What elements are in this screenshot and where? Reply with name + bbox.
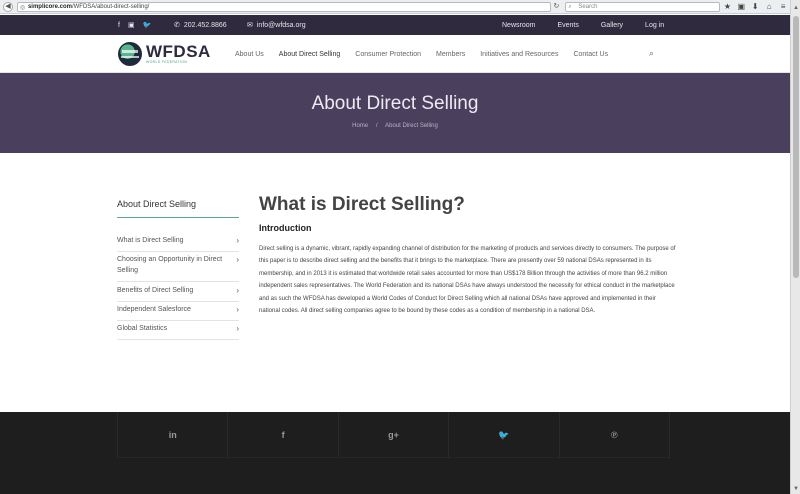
nav-consumer-protection[interactable]: Consumer Protection: [355, 51, 421, 58]
phone-number: 202.452.8866: [183, 21, 227, 29]
twitter-icon[interactable]: 🐦: [143, 21, 152, 29]
breadcrumb-separator: /: [375, 123, 378, 129]
star-icon[interactable]: ★: [720, 1, 734, 13]
chevron-right-icon: ›: [236, 324, 239, 333]
sidebar-title-underline: [117, 217, 239, 218]
sidebar-item-choosing-opportunity[interactable]: Choosing an Opportunity in Direct Sellin…: [117, 254, 239, 282]
chevron-right-icon: ›: [236, 236, 239, 245]
logo-name: WFDSA: [146, 42, 211, 61]
top-social-links: f ▣ 🐦: [118, 15, 151, 35]
chevron-right-icon: ›: [236, 305, 239, 314]
logo-text: WFDSA WORLD FEDERATION: [146, 42, 211, 64]
sidebar-item-what-is-direct-selling[interactable]: What is Direct Selling ›: [117, 235, 239, 252]
chevron-right-icon: ›: [236, 255, 239, 264]
search-icon: ⌕: [568, 3, 572, 10]
sidebar-item-benefits[interactable]: Benefits of Direct Selling ›: [117, 285, 239, 302]
sidebar-title: About Direct Selling: [117, 199, 197, 209]
sidebar-item-label: Benefits of Direct Selling: [117, 287, 194, 294]
breadcrumb: Home / About Direct Selling: [0, 123, 790, 129]
breadcrumb-home[interactable]: Home: [352, 123, 368, 129]
top-link-login[interactable]: Log in: [645, 22, 664, 29]
top-strip: f ▣ 🐦 ✆ 202.452.8866 ✉ info@wfdsa.org Ne…: [0, 15, 790, 35]
site-footer: in f g+ 🐦 ℗: [0, 412, 790, 494]
globe-logo-icon: [118, 42, 142, 66]
envelope-icon: ✉: [247, 22, 253, 29]
breadcrumb-current: About Direct Selling: [385, 123, 438, 129]
nav-about-us[interactable]: About Us: [235, 51, 264, 58]
top-link-events[interactable]: Events: [557, 22, 578, 29]
url-path: /WFDSA/about-direct-selling/: [71, 3, 150, 10]
main-nav: About Us About Direct Selling Consumer P…: [226, 35, 608, 73]
intro-paragraph: Direct selling is a dynamic, vibrant, ra…: [259, 246, 676, 315]
twitter-icon[interactable]: 🐦: [449, 412, 560, 458]
globe-icon: ◎: [19, 4, 26, 11]
search-icon[interactable]: ⌕: [649, 48, 654, 59]
sidebar-item-label: Global Statistics: [117, 325, 168, 332]
linkedin-icon[interactable]: in: [117, 412, 229, 458]
reload-button[interactable]: ↻: [551, 2, 561, 12]
email-contact[interactable]: ✉ info@wfdsa.org: [247, 15, 306, 35]
top-link-newsroom[interactable]: Newsroom: [502, 22, 535, 29]
scrollbar-thumb[interactable]: [793, 16, 799, 278]
nav-initiatives-resources[interactable]: Initiatives and Resources: [480, 51, 558, 58]
intro-heading: Introduction: [259, 223, 312, 233]
address-bar[interactable]: ◎ simplicore.com/WFDSA/about-direct-sell…: [16, 1, 552, 12]
instagram-icon[interactable]: ▣: [128, 21, 135, 29]
nav-contact-us[interactable]: Contact Us: [573, 51, 608, 58]
chevron-right-icon: ›: [236, 286, 239, 295]
page-banner: About Direct Selling Home / About Direct…: [0, 73, 790, 153]
sidebar-item-label: Independent Salesforce: [117, 306, 191, 313]
phone-contact[interactable]: ✆ 202.452.8866: [174, 15, 227, 35]
sidebar-item-independent-salesforce[interactable]: Independent Salesforce ›: [117, 304, 239, 321]
browser-search-placeholder: Search: [578, 3, 598, 10]
site-logo[interactable]: WFDSA WORLD FEDERATION: [118, 40, 211, 68]
site-header: WFDSA WORLD FEDERATION About Us About Di…: [0, 35, 790, 73]
top-links: Newsroom Events Gallery Log in: [502, 15, 686, 35]
scroll-down-icon[interactable]: ▼: [791, 484, 800, 494]
email-address: info@wfdsa.org: [256, 21, 306, 29]
sidebar-item-label: Choosing an Opportunity in Direct Sellin…: [117, 256, 223, 274]
google-plus-icon[interactable]: g+: [339, 412, 450, 458]
clipboard-icon[interactable]: ▣: [734, 1, 748, 13]
sidebar-item-label: What is Direct Selling: [117, 237, 184, 244]
nav-about-direct-selling[interactable]: About Direct Selling: [279, 51, 340, 58]
facebook-icon[interactable]: f: [228, 412, 339, 458]
page-title: About Direct Selling: [311, 93, 479, 114]
download-icon[interactable]: ⬇: [748, 1, 762, 13]
nav-members[interactable]: Members: [436, 51, 465, 58]
page-scrollbar[interactable]: ▲ ▼: [790, 0, 800, 494]
browser-toolbar: ◀ ◎ simplicore.com/WFDSA/about-direct-se…: [0, 0, 790, 14]
scroll-up-icon[interactable]: ▲: [791, 3, 800, 13]
footer-social-links: in f g+ 🐦 ℗: [117, 412, 671, 458]
back-button[interactable]: ◀: [3, 1, 13, 12]
top-link-gallery[interactable]: Gallery: [601, 22, 623, 29]
logo-subtitle: WORLD FEDERATION: [146, 60, 188, 64]
content-title: What is Direct Selling?: [259, 194, 465, 215]
phone-icon: ✆: [174, 22, 180, 29]
facebook-icon[interactable]: f: [118, 22, 120, 29]
sidebar-item-global-statistics[interactable]: Global Statistics ›: [117, 323, 239, 340]
menu-icon[interactable]: ≡: [776, 1, 790, 13]
pinterest-icon[interactable]: ℗: [560, 412, 671, 458]
url-domain: simplicore.com: [27, 3, 72, 10]
home-icon[interactable]: ⌂: [762, 1, 776, 13]
browser-search-input[interactable]: ⌕ Search: [565, 1, 721, 12]
